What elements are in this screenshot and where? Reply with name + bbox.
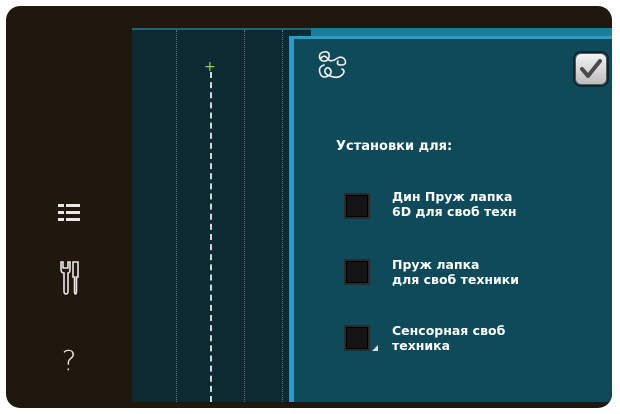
checkbox-spring-foot[interactable] — [344, 259, 370, 285]
checkbox-dynamic-spring-foot[interactable] — [344, 193, 370, 219]
tools-icon[interactable] — [6, 260, 132, 296]
option-line-2: 6D для своб техн — [392, 204, 517, 219]
settings-for-title: Установки для: — [336, 139, 453, 154]
option-label-spring-foot: Пруж лапка для своб техники — [392, 257, 519, 287]
confirm-button[interactable] — [575, 53, 607, 85]
option-label-sensor-free-motion: Сенсорная своб техника — [392, 323, 505, 353]
checkmark-icon — [580, 59, 602, 78]
option-line-1: Дин Пруж лапка — [392, 189, 513, 204]
option-line-1: Пруж лапка — [392, 257, 480, 272]
option-line-2: для своб техники — [392, 272, 520, 287]
free-motion-icon — [314, 49, 350, 87]
stitch-line — [210, 72, 212, 402]
guide-line-left — [176, 30, 177, 402]
option-line-1: Сенсорная своб — [392, 323, 506, 338]
long-press-indicator-icon — [372, 345, 378, 351]
help-icon[interactable]: ? — [6, 340, 132, 380]
needle-position-marker: + — [204, 59, 216, 75]
free-motion-icon-glyph — [318, 51, 347, 79]
free-motion-settings-panel: Установки для: Дин Пруж лапка 6D для сво… — [289, 36, 612, 402]
guide-line-right — [244, 30, 245, 402]
list-icon[interactable] — [6, 202, 132, 224]
option-line-2: техника — [392, 338, 451, 353]
tools-icon-glyph — [60, 261, 79, 295]
help-icon-label: ? — [61, 343, 77, 377]
panel-top-strip — [311, 28, 612, 36]
checkbox-sensor-free-motion[interactable] — [344, 325, 370, 351]
option-label-dynamic-spring-foot: Дин Пруж лапка 6D для своб техн — [392, 189, 516, 219]
device-bezel: ? + Установки для: Дин Пруж лапка 6D для… — [6, 6, 612, 408]
list-icon-glyph — [58, 204, 80, 221]
guide-line-far — [282, 30, 283, 402]
